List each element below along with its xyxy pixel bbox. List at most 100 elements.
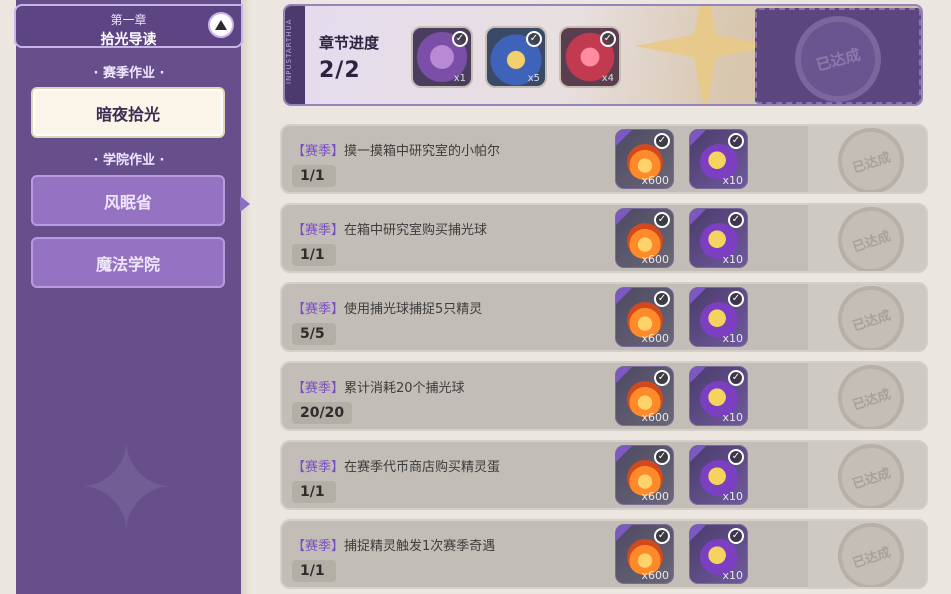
task-completed-area: 已达成 [808, 205, 926, 271]
reward-fire-item[interactable]: ✓ x600 [615, 524, 674, 584]
banner-side-text: INPUSTARTHUA [285, 6, 305, 104]
task-description: 【赛季】使用捕光球捕捉5只精灵 [292, 298, 482, 317]
academy-section-title: · 学院作业 · [93, 153, 165, 168]
check-icon: ✓ [654, 133, 670, 149]
task-description: 【赛季】捕捉精灵触发1次赛季奇遇 [292, 535, 495, 554]
task-description: 【赛季】在箱中研究室购买捕光球 [292, 219, 487, 238]
check-icon: ✓ [728, 133, 744, 149]
completed-stamp: 已达成 [829, 126, 913, 192]
task-tag: 【赛季】 [292, 539, 345, 554]
star-decoration-icon [635, 6, 775, 104]
reward-qty: x600 [641, 569, 669, 582]
check-icon: ✓ [728, 370, 744, 386]
sidebar-item-magic-academy[interactable]: 魔法学院 [31, 237, 225, 288]
task-tag: 【赛季】 [292, 381, 345, 396]
task-row[interactable]: 【赛季】摸一摸箱中研究室的小帕尔 1/1 ✓ x600 ✓ x10 已达成 [280, 124, 928, 194]
reward-fire-item[interactable]: ✓ x600 [615, 129, 674, 189]
reward-fire-item[interactable]: ✓ x600 [615, 445, 674, 505]
task-row[interactable]: 【赛季】在赛季代币商店购买精灵蛋 1/1 ✓ x600 ✓ x10 已达成 [280, 440, 928, 510]
reward-fire-item[interactable]: ✓ x600 [615, 366, 674, 426]
check-icon: ✓ [728, 528, 744, 544]
completed-stamp: 已达成 [829, 284, 913, 350]
completed-stamp: 已达成 [829, 205, 913, 271]
task-text: 捕捉精灵触发1次赛季奇遇 [344, 539, 496, 554]
reward-ball-item[interactable]: ✓ x10 [689, 129, 748, 189]
check-icon: ✓ [654, 449, 670, 465]
task-text: 使用捕光球捕捉5只精灵 [344, 302, 483, 317]
check-icon: ✓ [654, 370, 670, 386]
task-progress: 1/1 [292, 560, 336, 582]
reward-ball-item[interactable]: ✓ x10 [689, 445, 748, 505]
task-description: 【赛季】在赛季代币商店购买精灵蛋 [292, 456, 500, 475]
task-progress: 1/1 [292, 481, 336, 503]
chapter-progress-label: 章节进度 [319, 34, 380, 52]
reward-qty: x600 [641, 490, 669, 503]
reward-ball-item[interactable]: ✓ x10 [689, 287, 748, 347]
task-completed-area: 已达成 [808, 363, 926, 429]
check-icon: ✓ [452, 31, 468, 47]
task-description: 【赛季】摸一摸箱中研究室的小帕尔 [292, 140, 500, 159]
task-completed-area: 已达成 [808, 126, 926, 192]
task-row[interactable]: 【赛季】累计消耗20个捕光球 20/20 ✓ x600 ✓ x10 已达成 [280, 361, 928, 431]
chapter-reward-3[interactable]: ✓ x4 [559, 26, 621, 88]
season-section-title: · 赛季作业 · [93, 66, 165, 81]
reward-qty: x5 [527, 73, 540, 84]
task-row[interactable]: 【赛季】捕捉精灵触发1次赛季奇遇 1/1 ✓ x600 ✓ x10 已达成 [280, 519, 928, 589]
task-tag: 【赛季】 [292, 223, 345, 238]
collapse-button[interactable] [208, 12, 234, 38]
completed-stamp: 已达成 [829, 521, 913, 587]
task-row[interactable]: 【赛季】在箱中研究室购买捕光球 1/1 ✓ x600 ✓ x10 已达成 [280, 203, 928, 273]
task-progress: 1/1 [292, 244, 336, 266]
reward-ball-item[interactable]: ✓ x10 [689, 208, 748, 268]
chapter-title: 拾光导读 [100, 32, 157, 48]
reward-qty: x10 [722, 253, 743, 266]
chapter-reward-1[interactable]: ✓ x1 [411, 26, 473, 88]
check-icon: ✓ [526, 31, 542, 47]
task-text: 摸一摸箱中研究室的小帕尔 [344, 144, 501, 159]
sidebar-item-anye-shiguang[interactable]: 暗夜拾光 [31, 87, 225, 138]
triangle-up-icon [215, 20, 227, 30]
reward-qty: x10 [722, 174, 743, 187]
sidebar-item-fengmian[interactable]: 风眠省 [31, 175, 225, 226]
check-icon: ✓ [654, 291, 670, 307]
reward-qty: x600 [641, 411, 669, 424]
reward-qty: x10 [722, 332, 743, 345]
reward-ball-item[interactable]: ✓ x10 [689, 366, 748, 426]
chapter-reward-2[interactable]: ✓ x5 [485, 26, 547, 88]
task-tag: 【赛季】 [292, 302, 345, 317]
completed-stamp: 已达成 [785, 6, 891, 104]
reward-ball-item[interactable]: ✓ x10 [689, 524, 748, 584]
task-tag: 【赛季】 [292, 460, 345, 475]
sidebar-pointer-icon [240, 196, 250, 212]
sidebar-decoration-icon: ✦ [76, 420, 177, 559]
reward-qty: x600 [641, 332, 669, 345]
reward-qty: x10 [722, 411, 743, 424]
reward-fire-item[interactable]: ✓ x600 [615, 287, 674, 347]
task-progress: 5/5 [292, 323, 336, 345]
task-tag: 【赛季】 [292, 144, 345, 159]
task-progress: 1/1 [292, 165, 336, 187]
task-text: 在箱中研究室购买捕光球 [344, 223, 488, 238]
reward-qty: x10 [722, 569, 743, 582]
check-icon: ✓ [654, 528, 670, 544]
check-icon: ✓ [728, 212, 744, 228]
task-row[interactable]: 【赛季】使用捕光球捕捉5只精灵 5/5 ✓ x600 ✓ x10 已达成 [280, 282, 928, 352]
check-icon: ✓ [728, 291, 744, 307]
reward-qty: x600 [641, 174, 669, 187]
reward-qty: x600 [641, 253, 669, 266]
reward-fire-item[interactable]: ✓ x600 [615, 208, 674, 268]
task-completed-area: 已达成 [808, 521, 926, 587]
chapter-progress-value: 2/2 [319, 58, 361, 83]
completed-stamp: 已达成 [829, 442, 913, 508]
task-completed-area: 已达成 [808, 284, 926, 350]
task-description: 【赛季】累计消耗20个捕光球 [292, 377, 465, 396]
reward-qty: x10 [722, 490, 743, 503]
check-icon: ✓ [654, 212, 670, 228]
reward-qty: x1 [453, 73, 466, 84]
task-text: 在赛季代币商店购买精灵蛋 [344, 460, 501, 475]
task-text: 累计消耗20个捕光球 [344, 381, 465, 396]
sidebar-divider [241, 0, 251, 594]
task-completed-area: 已达成 [808, 442, 926, 508]
reward-qty: x4 [601, 73, 614, 84]
task-progress: 20/20 [292, 402, 353, 424]
